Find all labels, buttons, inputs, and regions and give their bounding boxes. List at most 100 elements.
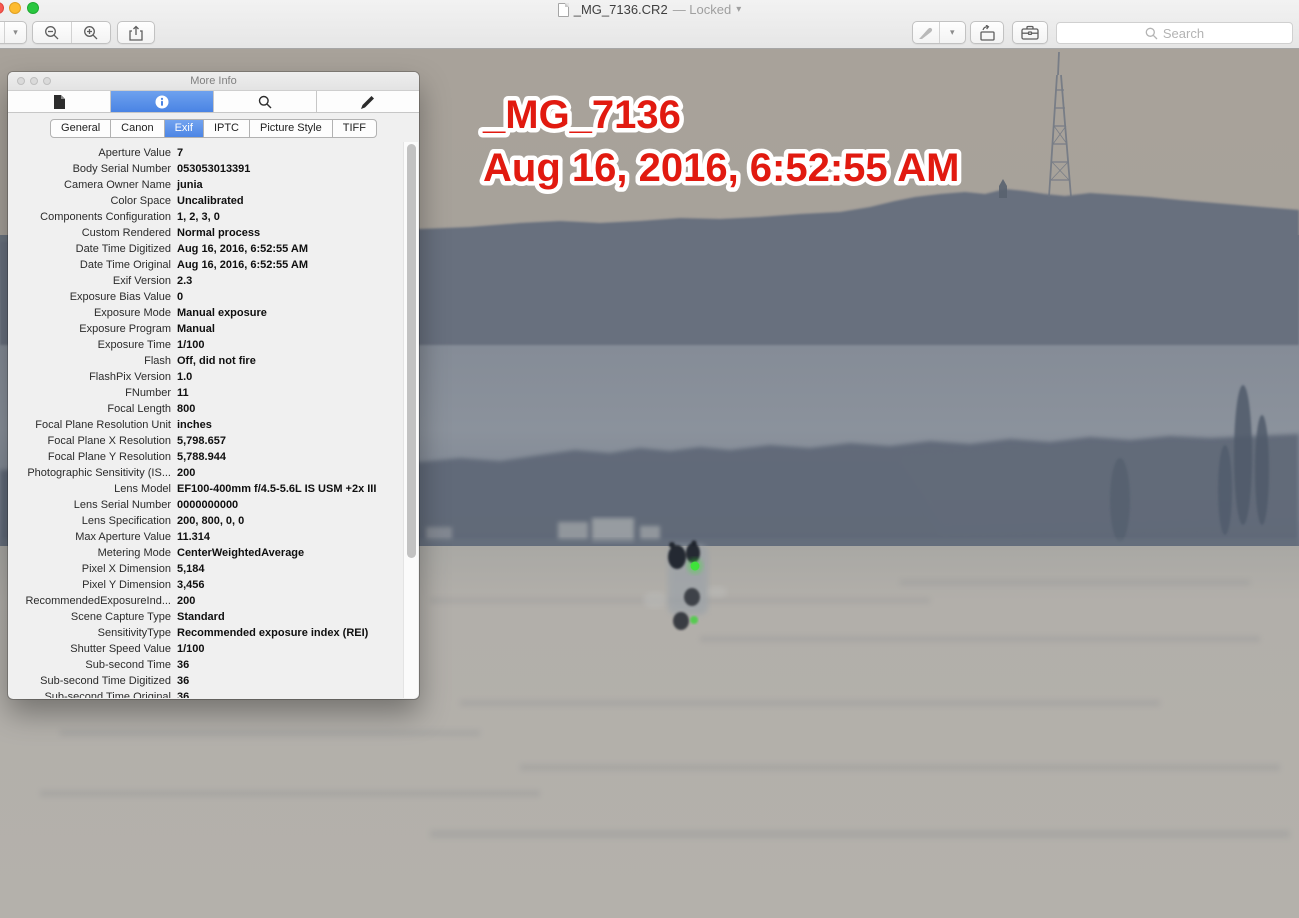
exif-row: Flash Off, did not fire [13,353,403,369]
document-proxy-icon[interactable] [558,3,569,17]
exif-row: Color Space Uncalibrated [13,193,403,209]
markup-pen-button[interactable] [913,22,939,43]
exif-label: Sub-second Time [13,657,171,673]
buoy-reflection [684,588,700,606]
beacon-light [691,562,700,571]
exif-label: Color Space [13,193,171,209]
inspector-general-tab[interactable] [8,91,110,112]
inspector-info-tab[interactable] [110,91,213,112]
exif-value: 0000000000 [177,497,238,513]
exif-row: FNumber 11 [13,385,403,401]
exif-row: FlashPix Version 1.0 [13,369,403,385]
tab-tiff[interactable]: TIFF [332,120,376,137]
search-icon [1145,27,1158,40]
annotation-filename: _MG_7136 [482,93,681,137]
exif-value: inches [177,417,212,433]
exif-row: Max Aperture Value 11.314 [13,529,403,545]
exif-value: 1, 2, 3, 0 [177,209,220,225]
exif-label: Lens Specification [13,513,171,529]
exif-value: 3,456 [177,577,205,593]
exif-value: junia [177,177,203,193]
exif-label: Focal Plane X Resolution [13,433,171,449]
exif-label: Scene Capture Type [13,609,171,625]
tab-exif[interactable]: Exif [164,120,203,137]
exif-label: FlashPix Version [13,369,171,385]
tab-canon[interactable]: Canon [110,120,163,137]
markup-toolbar-button[interactable] [1012,21,1048,44]
toolbox-icon [1021,25,1039,40]
panel-minimize-button[interactable] [30,77,38,85]
exif-label: Custom Rendered [13,225,171,241]
tab-general[interactable]: General [51,120,110,137]
exif-row: Scene Capture Type Standard [13,609,403,625]
exif-list: Aperture Value 7 Body Serial Number 0530… [9,142,403,698]
inspector-keywords-tab[interactable] [213,91,316,112]
exif-value: Standard [177,609,225,625]
close-button[interactable] [0,2,4,14]
exif-row: Pixel Y Dimension 3,456 [13,577,403,593]
exif-value: 1.0 [177,369,192,385]
exif-label: SensitivityType [13,625,171,641]
exif-label: Metering Mode [13,545,171,561]
exif-value: 36 [177,673,189,689]
exif-label: Focal Length [13,401,171,417]
exif-label: RecommendedExposureInd... [13,593,171,609]
panel-titlebar: More Info [8,72,419,91]
rotate-button[interactable] [970,21,1004,44]
exif-label: Sub-second Time Original [13,689,171,698]
exif-row: Focal Length 800 [13,401,403,417]
exif-label: Pixel Y Dimension [13,577,171,593]
window-titlebar: _MG_7136.CR2 — Locked ▾ [0,0,1299,19]
inspector-annotations-tab[interactable] [316,91,419,112]
exif-label: Exposure Program [13,321,171,337]
pen-icon [918,26,934,40]
exif-value: CenterWeightedAverage [177,545,304,561]
exif-row: Sub-second Time Original 36 [13,689,403,698]
exif-value: Manual exposure [177,305,267,321]
exif-row: RecommendedExposureInd... 200 [13,593,403,609]
share-button[interactable] [117,21,155,44]
search-input[interactable]: Search [1056,22,1293,44]
exif-row: Exif Version 2.3 [13,273,403,289]
exif-value: 7 [177,145,183,161]
view-menu-button[interactable]: ▾ [0,21,27,44]
exif-row: Components Configuration 1, 2, 3, 0 [13,209,403,225]
share-icon [129,25,143,41]
zoom-window-button[interactable] [27,2,39,14]
minimize-button[interactable] [9,2,21,14]
exif-value: 36 [177,657,189,673]
exif-row: Focal Plane Y Resolution 5,788.944 [13,449,403,465]
exif-row: Lens Serial Number 0000000000 [13,497,403,513]
exif-label: Focal Plane Y Resolution [13,449,171,465]
exif-value: 0 [177,289,183,305]
title-chevron-down-icon[interactable]: ▾ [736,4,741,15]
exif-row: Lens Model EF100-400mm f/4.5-5.6L IS USM… [13,481,403,497]
exif-label: Flash [13,353,171,369]
panel-scrollbar[interactable] [403,142,418,698]
panel-zoom-button[interactable] [43,77,51,85]
panel-close-button[interactable] [17,77,25,85]
exif-label: Aperture Value [13,145,171,161]
exif-row: Aperture Value 7 [13,145,403,161]
zoom-out-button[interactable] [33,22,71,43]
rotate-icon [979,25,996,41]
inspector-mode-switcher [8,91,419,113]
lock-status: — Locked [673,2,732,17]
tab-picture-style[interactable]: Picture Style [249,120,332,137]
view-menu-chevron-icon: ▾ [4,22,26,43]
scrollbar-thumb[interactable] [407,144,416,558]
exif-label: Max Aperture Value [13,529,171,545]
exif-label: FNumber [13,385,171,401]
zoom-in-button[interactable] [71,22,110,43]
tab-iptc[interactable]: IPTC [203,120,249,137]
info-icon [155,95,169,109]
exif-value: Normal process [177,225,260,241]
magnifier-icon [258,95,272,109]
exif-row: Exposure Mode Manual exposure [13,305,403,321]
exif-value: 5,184 [177,561,205,577]
markup-pen-chevron-icon[interactable]: ▾ [939,22,966,43]
exif-label: Pixel X Dimension [13,561,171,577]
markup-pen-control: ▾ [912,21,966,44]
exif-value: Uncalibrated [177,193,244,209]
exif-label: Exposure Time [13,337,171,353]
